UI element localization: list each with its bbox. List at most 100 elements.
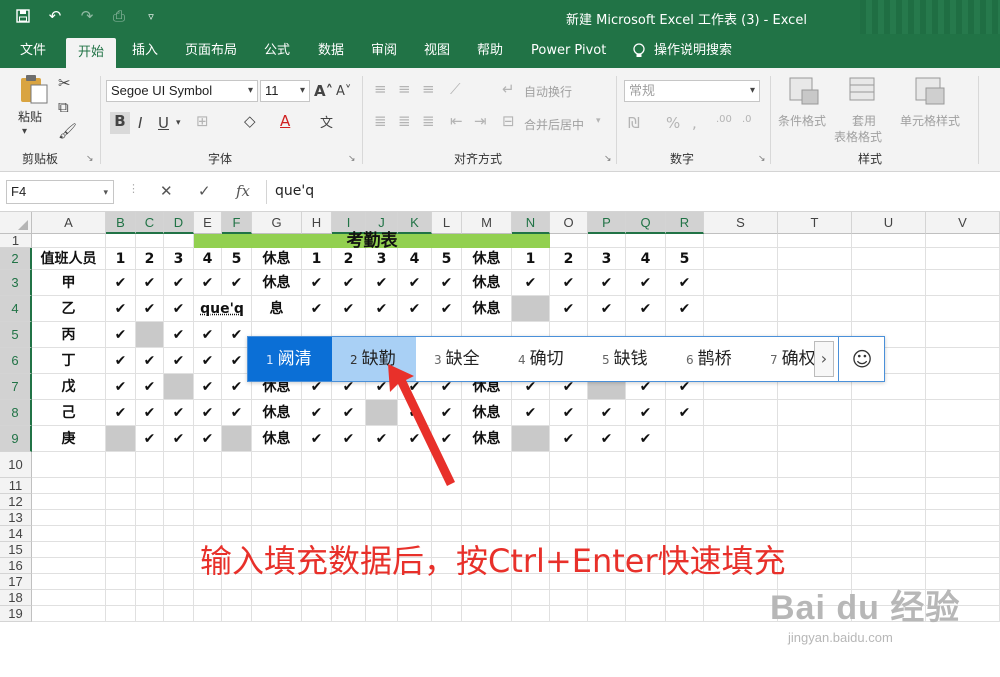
staff-name-cell[interactable]: 己: [32, 400, 106, 426]
copy-icon[interactable]: ⧉: [58, 98, 69, 116]
insert-function-icon[interactable]: fx: [236, 182, 250, 200]
grid-cell[interactable]: [32, 234, 106, 248]
grid-cell[interactable]: [926, 542, 1000, 558]
attendance-cell[interactable]: ✔: [398, 296, 432, 322]
attendance-cell[interactable]: 5: [666, 248, 704, 270]
column-header[interactable]: K: [398, 212, 432, 234]
attendance-cell[interactable]: 息: [252, 296, 302, 322]
attendance-cell[interactable]: [164, 374, 194, 400]
grid-cell[interactable]: [588, 494, 626, 510]
grid-cell[interactable]: [32, 452, 106, 478]
grid-cell[interactable]: [626, 606, 666, 622]
ime-candidate[interactable]: 4 确切: [500, 337, 584, 381]
grid-cell[interactable]: [778, 426, 852, 452]
attendance-cell[interactable]: 1: [106, 248, 136, 270]
ime-candidate[interactable]: 5 缺钱: [584, 337, 668, 381]
attendance-cell[interactable]: 2: [550, 248, 588, 270]
column-header[interactable]: H: [302, 212, 332, 234]
attendance-cell[interactable]: ✔: [332, 426, 366, 452]
font-launcher-icon[interactable]: ↘: [348, 154, 356, 164]
attendance-cell[interactable]: ✔: [164, 270, 194, 296]
attendance-cell[interactable]: ✔: [106, 270, 136, 296]
grid-cell[interactable]: [778, 400, 852, 426]
paste-button[interactable]: 粘贴: [18, 108, 42, 125]
grid-cell[interactable]: [106, 590, 136, 606]
grid-cell[interactable]: [194, 510, 222, 526]
cut-icon[interactable]: ✂: [58, 74, 71, 92]
grid-cell[interactable]: [32, 478, 106, 494]
align-bottom-icon[interactable]: ≡: [422, 80, 435, 98]
attendance-cell[interactable]: 休息: [462, 296, 512, 322]
grid-cell[interactable]: [366, 452, 398, 478]
attendance-cell[interactable]: [222, 426, 252, 452]
format-as-table-icon[interactable]: [848, 76, 880, 106]
orientation-icon[interactable]: ⟋: [450, 80, 461, 98]
save-icon[interactable]: [14, 6, 32, 26]
staff-name-cell[interactable]: 值班人员: [32, 248, 106, 270]
grid-cell[interactable]: [550, 590, 588, 606]
grid-cell[interactable]: [704, 234, 778, 248]
grid-cell[interactable]: [550, 478, 588, 494]
grid-cell[interactable]: [332, 590, 366, 606]
grid-cell[interactable]: [164, 452, 194, 478]
attendance-cell[interactable]: ✔: [106, 374, 136, 400]
sheet-title-cell[interactable]: 考勤表: [194, 233, 550, 250]
grid-cell[interactable]: [704, 248, 778, 270]
grid-cell[interactable]: [852, 426, 926, 452]
column-header[interactable]: E: [194, 212, 222, 234]
grid-cell[interactable]: [106, 452, 136, 478]
grid-cell[interactable]: [398, 452, 432, 478]
grid-cell[interactable]: [626, 452, 666, 478]
attendance-cell[interactable]: 1: [512, 248, 550, 270]
attendance-cell[interactable]: [106, 426, 136, 452]
column-header[interactable]: Q: [626, 212, 666, 234]
grid-cell[interactable]: [366, 606, 398, 622]
attendance-cell[interactable]: ✔: [136, 400, 164, 426]
grid-cell[interactable]: [512, 494, 550, 510]
grid-cell[interactable]: [332, 606, 366, 622]
attendance-cell[interactable]: ✔: [194, 322, 222, 348]
grid-cell[interactable]: [926, 296, 1000, 322]
staff-name-cell[interactable]: 丙: [32, 322, 106, 348]
grid-cell[interactable]: [704, 426, 778, 452]
italic-icon[interactable]: I: [138, 114, 142, 132]
grow-font-icon[interactable]: A˄: [314, 82, 333, 100]
grid-cell[interactable]: [136, 574, 164, 590]
grid-cell[interactable]: [164, 542, 194, 558]
bold-icon[interactable]: B: [110, 112, 130, 134]
grid-cell[interactable]: [106, 526, 136, 542]
percent-icon[interactable]: %: [666, 114, 680, 132]
grid-cell[interactable]: [366, 478, 398, 494]
merge-center-button[interactable]: 合并后居中: [524, 116, 584, 133]
row-header[interactable]: 7: [0, 374, 32, 400]
grid-cell[interactable]: [32, 574, 106, 590]
attendance-cell[interactable]: ✔: [398, 400, 432, 426]
column-header[interactable]: S: [704, 212, 778, 234]
grid-cell[interactable]: [852, 510, 926, 526]
grid-cell[interactable]: [462, 510, 512, 526]
attendance-cell[interactable]: que'q: [194, 296, 250, 322]
grid-cell[interactable]: [332, 452, 366, 478]
attendance-cell[interactable]: 2: [332, 248, 366, 270]
grid-cell[interactable]: [32, 558, 106, 574]
grid-cell[interactable]: [626, 234, 666, 248]
attendance-cell[interactable]: 4: [194, 248, 222, 270]
grid-cell[interactable]: [302, 606, 332, 622]
grid-cell[interactable]: [704, 590, 778, 606]
grid-cell[interactable]: [926, 426, 1000, 452]
grid-cell[interactable]: [852, 526, 926, 542]
column-header[interactable]: A: [32, 212, 106, 234]
grid-cell[interactable]: [222, 478, 252, 494]
grid-cell[interactable]: [164, 606, 194, 622]
shrink-font-icon[interactable]: A˅: [336, 84, 351, 99]
grid-cell[interactable]: [778, 526, 852, 542]
grid-cell[interactable]: [164, 558, 194, 574]
column-header[interactable]: G: [252, 212, 302, 234]
formula-input[interactable]: que'q: [266, 180, 996, 204]
attendance-cell[interactable]: 4: [398, 248, 432, 270]
align-middle-icon[interactable]: ≡: [398, 80, 411, 98]
grid-cell[interactable]: [432, 452, 462, 478]
ime-candidate[interactable]: 3 缺全: [416, 337, 500, 381]
grid-cell[interactable]: [164, 526, 194, 542]
grid-cell[interactable]: [778, 558, 852, 574]
